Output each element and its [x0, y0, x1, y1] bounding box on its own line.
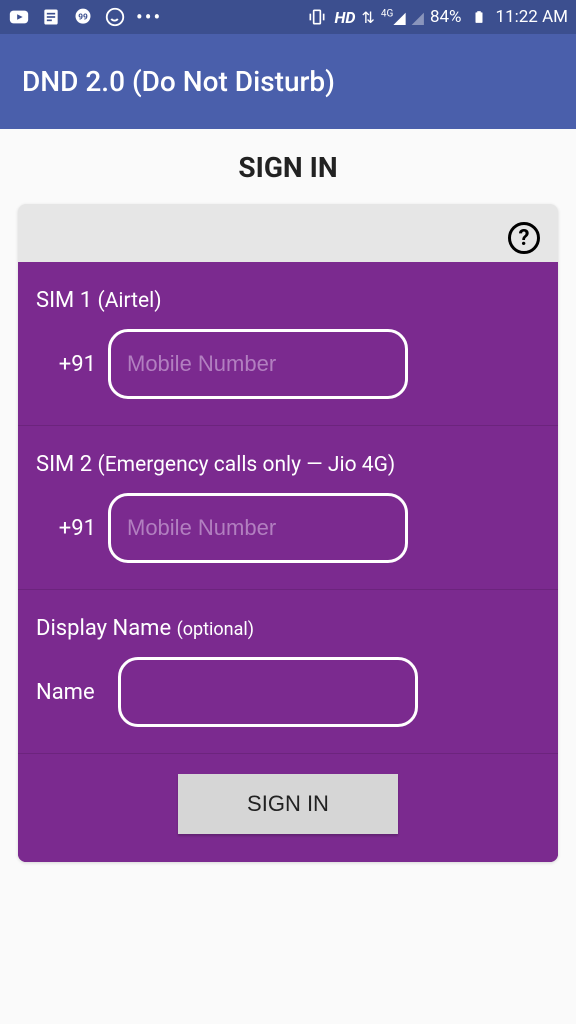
sim2-carrier: (Emergency calls only — Jio 4G) [98, 453, 396, 477]
display-name-text: Display Name [36, 616, 171, 641]
sim1-input-wrap [108, 329, 408, 399]
signin-button[interactable]: SIGN IN [178, 774, 398, 834]
hangouts-icon: 99 [72, 6, 94, 28]
display-name-section: Display Name (optional) Name [18, 590, 558, 754]
data-arrows-icon: ⇅ [361, 8, 374, 27]
vibrate-icon [306, 6, 328, 28]
sim2-prefix: +91 [36, 516, 96, 541]
sim1-section: SIM 1 (Airtel) +91 [18, 262, 558, 426]
app-bar: DND 2.0 (Do Not Disturb) [0, 34, 576, 129]
name-input-wrap [118, 657, 418, 727]
display-name-hint: (optional) [177, 619, 254, 640]
network-type: 4G◢ [381, 8, 406, 27]
help-button[interactable]: ? [508, 222, 540, 254]
sim1-mobile-input[interactable] [127, 351, 389, 377]
sim1-carrier: (Airtel) [98, 289, 162, 313]
battery-icon [468, 6, 490, 28]
card-header: ? [18, 204, 558, 262]
sim1-name: SIM 1 [36, 288, 92, 313]
form-body: SIM 1 (Airtel) +91 SIM 2 (Emergency call… [18, 262, 558, 862]
app-title: DND 2.0 (Do Not Disturb) [22, 65, 335, 98]
signal-2-icon: ◢ [412, 8, 424, 27]
svg-text:99: 99 [78, 13, 88, 23]
whatsapp-icon [104, 6, 126, 28]
more-icon: ••• [136, 5, 162, 29]
sim2-mobile-input[interactable] [127, 515, 389, 541]
sim1-prefix: +91 [36, 352, 96, 377]
clock: 11:22 AM [496, 7, 568, 27]
doc-icon [40, 6, 62, 28]
battery-percentage: 84% [430, 7, 462, 27]
status-bar: 99 ••• HD ⇅ 4G◢ ◢ 84% 11:22 AM [0, 0, 576, 34]
sim2-input-wrap [108, 493, 408, 563]
name-field-label: Name [36, 680, 106, 705]
display-name-label: Display Name (optional) [36, 616, 540, 641]
sim1-label: SIM 1 (Airtel) [36, 288, 540, 313]
sim2-label: SIM 2 (Emergency calls only — Jio 4G) [36, 452, 540, 477]
button-row: SIGN IN [18, 754, 558, 862]
youtube-icon [8, 6, 30, 28]
name-input[interactable] [137, 679, 399, 705]
page-heading: SIGN IN [18, 151, 558, 184]
hd-indicator: HD [334, 8, 355, 27]
signin-card: ? SIM 1 (Airtel) +91 SIM 2 (Emergenc [18, 204, 558, 862]
sim2-name: SIM 2 [36, 452, 92, 477]
sim2-section: SIM 2 (Emergency calls only — Jio 4G) +9… [18, 426, 558, 590]
